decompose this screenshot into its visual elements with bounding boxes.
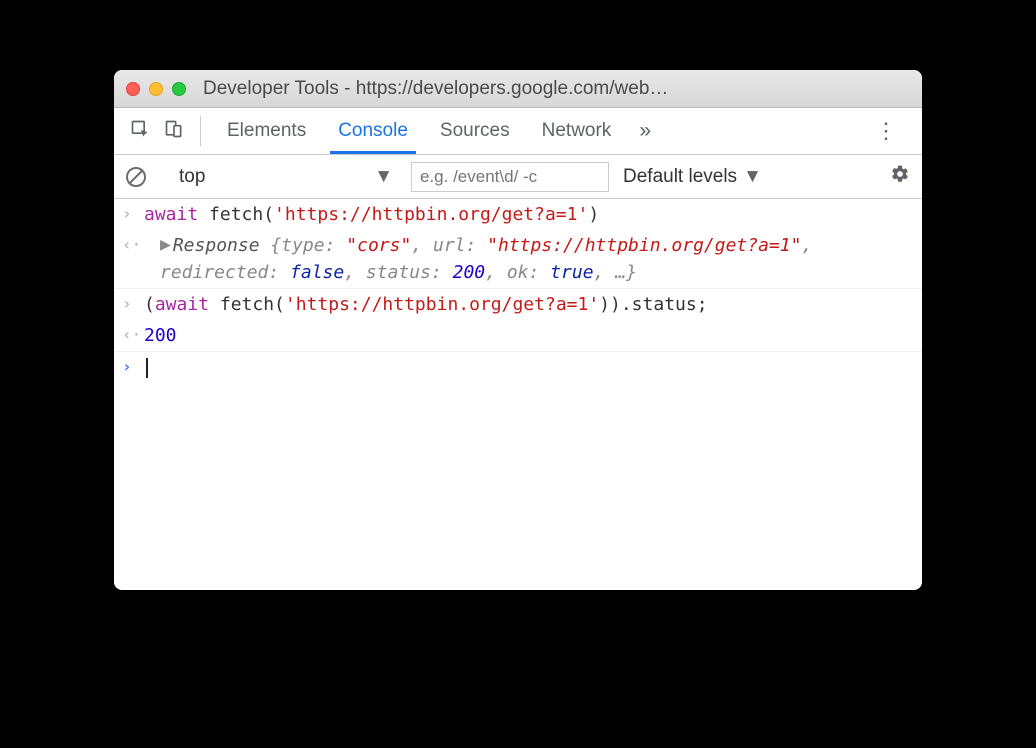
prop-name: ok:	[507, 262, 550, 283]
tabbar: Elements Console Sources Network » ⋮	[114, 108, 922, 155]
console-output-row: ‹· 200	[114, 320, 922, 352]
console-output-row: ‹· ▶Response {type: "cors", url: "https:…	[114, 230, 922, 289]
prop-value: false	[290, 262, 344, 283]
filter-input[interactable]	[411, 162, 609, 192]
panel-tabs: Elements Console Sources Network	[211, 108, 627, 154]
console-input-row: › await fetch('https://httpbin.org/get?a…	[114, 199, 922, 230]
tab-label: Elements	[227, 120, 306, 142]
prop-name: type:	[281, 235, 346, 256]
inspect-icon[interactable]	[130, 119, 150, 144]
console-prompt-row[interactable]: ›	[114, 352, 922, 383]
prop-name: redirected:	[160, 262, 290, 283]
context-selector[interactable]: top ▼	[171, 166, 401, 188]
object-label: Response	[173, 235, 271, 256]
tab-label: Console	[338, 120, 408, 142]
log-levels-selector[interactable]: Default levels ▼	[623, 166, 762, 188]
levels-label: Default levels	[623, 166, 737, 188]
tab-network[interactable]: Network	[526, 108, 628, 154]
input-prompt-icon: ›	[122, 201, 144, 228]
code: (	[144, 294, 155, 315]
keyword: await	[155, 294, 209, 315]
kebab-menu-icon[interactable]: ⋮	[861, 118, 912, 144]
code: fetch(	[209, 294, 285, 315]
clear-console-icon[interactable]	[126, 167, 146, 187]
console-code: (await fetch('https://httpbin.org/get?a=…	[144, 291, 912, 318]
traffic-lights	[126, 82, 186, 96]
text-cursor	[146, 358, 148, 378]
tab-label: Sources	[440, 120, 510, 142]
active-prompt-icon: ›	[122, 354, 144, 381]
chevron-down-icon: ▼	[374, 166, 393, 188]
brace: {	[270, 235, 281, 256]
gear-icon[interactable]	[890, 164, 910, 189]
tab-console[interactable]: Console	[322, 108, 424, 154]
input-prompt-icon: ›	[122, 291, 144, 318]
maximize-icon[interactable]	[172, 82, 186, 96]
tab-elements[interactable]: Elements	[211, 108, 322, 154]
divider	[200, 116, 201, 146]
ellipsis: , …	[594, 262, 627, 283]
number-value: 200	[144, 325, 177, 346]
more-tabs-button[interactable]: »	[627, 108, 663, 154]
code: )).status;	[599, 294, 707, 315]
console-toolbar: top ▼ Default levels ▼	[114, 155, 922, 199]
prop-value: true	[550, 262, 593, 283]
console-code: await fetch('https://httpbin.org/get?a=1…	[144, 201, 912, 228]
devtools-window: Developer Tools - https://developers.goo…	[114, 70, 922, 590]
prop-name: url:	[433, 235, 487, 256]
output-prompt-icon: ‹·	[122, 322, 144, 349]
titlebar: Developer Tools - https://developers.goo…	[114, 70, 922, 108]
minimize-icon[interactable]	[149, 82, 163, 96]
console-input-row: › (await fetch('https://httpbin.org/get?…	[114, 289, 922, 320]
expand-triangle-icon[interactable]: ▶	[160, 231, 171, 258]
chevron-down-icon: ▼	[743, 166, 762, 188]
prop-name: status:	[366, 262, 453, 283]
prop-value: 200	[453, 262, 486, 283]
tab-label: Network	[542, 120, 612, 142]
code: fetch(	[198, 204, 274, 225]
prop-value: "cors"	[346, 235, 411, 256]
string-literal: 'https://httpbin.org/get?a=1'	[274, 204, 588, 225]
comma: ,	[801, 235, 823, 256]
brace: }	[626, 262, 637, 283]
output-prompt-icon: ‹·	[122, 232, 144, 286]
close-icon[interactable]	[126, 82, 140, 96]
response-object[interactable]: ▶Response {type: "cors", url: "https://h…	[144, 232, 912, 286]
console-input[interactable]	[144, 354, 912, 381]
comma: ,	[344, 262, 366, 283]
comma: ,	[411, 235, 433, 256]
device-toggle-icon[interactable]	[164, 119, 184, 144]
keyword: await	[144, 204, 198, 225]
tab-sources[interactable]: Sources	[424, 108, 526, 154]
console-result: 200	[144, 322, 912, 349]
window-title: Developer Tools - https://developers.goo…	[203, 78, 910, 100]
console-output[interactable]: › await fetch('https://httpbin.org/get?a…	[114, 199, 922, 590]
code: )	[588, 204, 599, 225]
context-label: top	[179, 166, 205, 188]
comma: ,	[485, 262, 507, 283]
prop-value: "https://httpbin.org/get?a=1"	[487, 235, 801, 256]
chevron-right-icon: »	[639, 119, 651, 143]
string-literal: 'https://httpbin.org/get?a=1'	[285, 294, 599, 315]
